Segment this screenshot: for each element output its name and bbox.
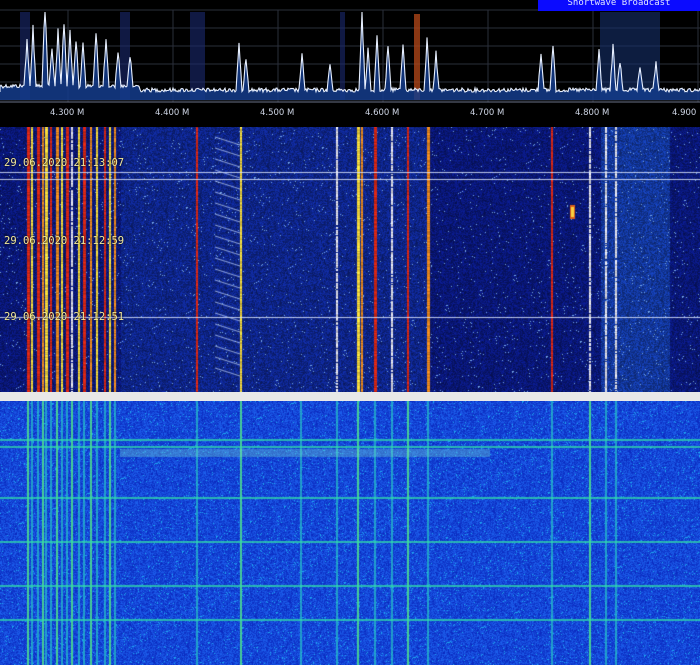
- timestamp-label: 29.06.2020 21:12:59: [4, 235, 125, 247]
- divider: [0, 120, 700, 127]
- frequency-axis: 4.300 M 4.400 M 4.500 M 4.600 M 4.700 M …: [0, 101, 700, 118]
- spectrum-plot[interactable]: 4.300 M 4.400 M 4.500 M 4.600 M 4.700 M …: [0, 0, 700, 120]
- freq-tick-label: 4.700 M: [470, 108, 504, 118]
- waterfall-divider[interactable]: [0, 392, 700, 401]
- timestamp-label: 29.06.2020 21:12:51: [4, 311, 125, 323]
- freq-tick-label: 4.900: [672, 108, 696, 118]
- freq-tick-label: 4.400 M: [155, 108, 189, 118]
- freq-tick-label: 4.500 M: [260, 108, 294, 118]
- freq-tick-label: 4.600 M: [365, 108, 399, 118]
- freq-tick-label: 4.300 M: [50, 108, 84, 118]
- waterfall-bottom-canvas[interactable]: [0, 401, 700, 665]
- timestamp-label: 29.06.2020 21:13:07: [4, 157, 125, 169]
- tuning-marker[interactable]: [414, 14, 420, 100]
- spectrum-panel[interactable]: 4.300 M 4.400 M 4.500 M 4.600 M 4.700 M …: [0, 0, 700, 120]
- freq-tick-label: 4.800 M: [575, 108, 609, 118]
- waterfall-bottom[interactable]: [0, 401, 700, 665]
- mode-badge-button[interactable]: Shortwave Broadcast: [538, 0, 700, 11]
- waterfall-top[interactable]: 29.06.2020 21:13:07 29.06.2020 21:12:59 …: [0, 127, 700, 392]
